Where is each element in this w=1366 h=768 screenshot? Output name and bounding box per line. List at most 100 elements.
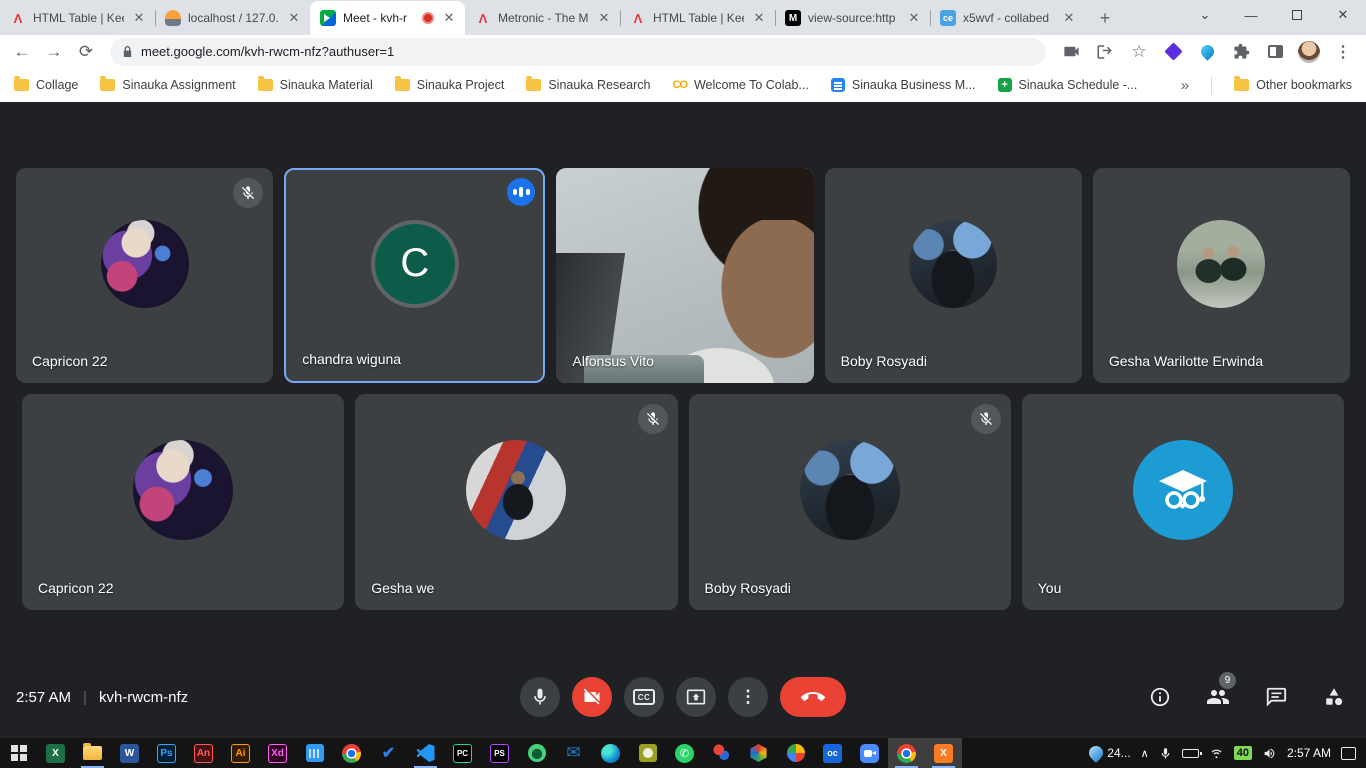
word-icon[interactable]: W xyxy=(111,738,148,768)
vscode-icon[interactable] xyxy=(407,738,444,768)
more-options-button[interactable]: ⋮ xyxy=(728,677,768,717)
battery-percent-badge[interactable]: 40 xyxy=(1234,746,1252,760)
check-app-icon[interactable]: ✔ xyxy=(370,738,407,768)
sqlyog-icon[interactable] xyxy=(703,738,740,768)
share-icon[interactable] xyxy=(1090,38,1120,66)
screen-recorder-icon[interactable] xyxy=(629,738,666,768)
hang-up-button[interactable] xyxy=(780,677,846,717)
profile-avatar[interactable] xyxy=(1294,38,1324,66)
tab-html-table-2[interactable]: Λ HTML Table | Kee ✕ xyxy=(620,1,775,35)
bookmark-sinauka-business[interactable]: Sinauka Business M... xyxy=(831,78,976,92)
zoom-icon[interactable] xyxy=(851,738,888,768)
extension-bitwarden-icon[interactable] xyxy=(1158,38,1188,66)
side-panel-icon[interactable] xyxy=(1260,38,1290,66)
participant-tile-chandra-wiguna[interactable]: C chandra wiguna xyxy=(284,168,545,383)
tab-search-chevron-icon[interactable]: ⌄ xyxy=(1182,0,1228,30)
participant-tile-capricon22[interactable]: Capricon 22 xyxy=(16,168,273,383)
show-everyone-button[interactable]: 9 xyxy=(1196,675,1240,719)
colab-icon: CO xyxy=(672,79,687,91)
folder-icon xyxy=(395,79,410,91)
xampp-icon[interactable]: X xyxy=(925,738,962,768)
other-bookmarks-button[interactable]: Other bookmarks xyxy=(1234,78,1352,92)
ocam-icon[interactable]: oc xyxy=(814,738,851,768)
chat-button[interactable] xyxy=(1254,675,1298,719)
extension-drop-icon[interactable] xyxy=(1192,38,1222,66)
tab-close-icon[interactable]: ✕ xyxy=(596,10,612,26)
chrome-active-icon[interactable] xyxy=(888,738,925,768)
photoshop-icon[interactable]: Ps xyxy=(148,738,185,768)
bookmark-label: Sinauka Schedule -... xyxy=(1019,78,1138,92)
excel-icon[interactable]: X xyxy=(37,738,74,768)
present-screen-button[interactable] xyxy=(676,677,716,717)
camera-off-button[interactable] xyxy=(572,677,612,717)
taskbar-clock[interactable]: 2:57 AM xyxy=(1287,746,1331,760)
reload-icon[interactable]: ⟳ xyxy=(72,38,100,66)
tray-mic-icon[interactable] xyxy=(1159,746,1172,761)
address-bar[interactable]: meet.google.com/kvh-rwcm-nfz?authuser=1 xyxy=(110,38,1046,66)
pycharm-icon[interactable]: PC xyxy=(444,738,481,768)
animate-icon[interactable]: An xyxy=(185,738,222,768)
tab-view-source[interactable]: M view-source:http ✕ xyxy=(775,1,930,35)
minimize-button[interactable]: — xyxy=(1228,0,1274,30)
participant-tile-gesha-we[interactable]: Gesha we xyxy=(355,394,677,610)
weather-widget[interactable]: 24... xyxy=(1089,746,1130,760)
bookmark-sinauka-project[interactable]: Sinauka Project xyxy=(395,78,505,92)
tab-localhost[interactable]: localhost / 127.0. ✕ xyxy=(155,1,310,35)
close-window-button[interactable]: ✕ xyxy=(1320,0,1366,30)
bookmark-sinauka-material[interactable]: Sinauka Material xyxy=(258,78,373,92)
new-tab-button[interactable]: + xyxy=(1091,4,1119,32)
edge-icon[interactable] xyxy=(592,738,629,768)
activities-button[interactable] xyxy=(1312,675,1356,719)
bookmark-star-icon[interactable]: ☆ xyxy=(1124,38,1154,66)
start-button[interactable] xyxy=(0,738,37,768)
extensions-puzzle-icon[interactable] xyxy=(1226,38,1256,66)
camera-in-use-icon[interactable] xyxy=(1056,38,1086,66)
photos-icon[interactable] xyxy=(777,738,814,768)
tab-html-table-1[interactable]: Λ HTML Table | Kee ✕ xyxy=(0,1,155,35)
hexagon-app-icon[interactable] xyxy=(740,738,777,768)
bookmarks-overflow-icon[interactable]: » xyxy=(1181,77,1189,94)
chrome-menu-icon[interactable]: ⋮ xyxy=(1328,38,1358,66)
forward-icon[interactable]: → xyxy=(40,38,68,66)
bookmark-sinauka-assignment[interactable]: Sinauka Assignment xyxy=(100,78,235,92)
tab-meet-active[interactable]: Meet - kvh-r ✕ xyxy=(310,1,465,35)
tab-metronic[interactable]: Λ Metronic - The M ✕ xyxy=(465,1,620,35)
meeting-details-button[interactable] xyxy=(1138,675,1182,719)
tab-close-icon[interactable]: ✕ xyxy=(286,10,302,26)
android-bot-icon[interactable] xyxy=(518,738,555,768)
back-icon[interactable]: ← xyxy=(8,38,36,66)
bookmark-sinauka-research[interactable]: Sinauka Research xyxy=(526,78,650,92)
bookmark-sinauka-schedule[interactable]: +Sinauka Schedule -... xyxy=(998,78,1138,92)
battery-icon[interactable] xyxy=(1182,749,1199,758)
volume-icon[interactable] xyxy=(1262,747,1277,760)
tab-close-icon[interactable]: ✕ xyxy=(751,10,767,26)
whatsapp-icon[interactable]: ✆ xyxy=(666,738,703,768)
xd-icon[interactable]: Xd xyxy=(259,738,296,768)
mic-button[interactable] xyxy=(520,677,560,717)
participant-tile-boby-rosyadi-2[interactable]: Boby Rosyadi xyxy=(689,394,1011,610)
file-explorer-icon[interactable] xyxy=(74,738,111,768)
captions-button[interactable]: CC xyxy=(624,677,664,717)
tab-close-icon[interactable]: ✕ xyxy=(906,10,922,26)
tab-collabedit[interactable]: ce x5wvf - collabed ✕ xyxy=(930,1,1085,35)
action-center-icon[interactable] xyxy=(1341,747,1356,760)
tab-close-icon[interactable]: ✕ xyxy=(441,10,457,26)
calendar-icon[interactable] xyxy=(296,738,333,768)
participant-tile-gesha-warilotte[interactable]: Gesha Warilotte Erwinda xyxy=(1093,168,1350,383)
participant-tile-capricon22-2[interactable]: Capricon 22 xyxy=(22,394,344,610)
avatar xyxy=(909,220,997,308)
participant-tile-alfonsus-vito[interactable]: Alfonsus Vito xyxy=(556,168,813,383)
participant-tile-you[interactable]: You xyxy=(1022,394,1344,610)
bookmark-collage[interactable]: Collage xyxy=(14,78,78,92)
participant-tile-boby-rosyadi[interactable]: Boby Rosyadi xyxy=(825,168,1082,383)
chrome-icon[interactable] xyxy=(333,738,370,768)
tab-close-icon[interactable]: ✕ xyxy=(131,10,147,26)
illustrator-icon[interactable]: Ai xyxy=(222,738,259,768)
tray-expand-chevron-icon[interactable]: ∧ xyxy=(1141,747,1149,760)
bookmark-colab[interactable]: COWelcome To Colab... xyxy=(672,78,808,92)
tab-close-icon[interactable]: ✕ xyxy=(1061,10,1077,26)
maximize-button[interactable] xyxy=(1274,0,1320,30)
phpstorm-icon[interactable]: PS xyxy=(481,738,518,768)
mail-icon[interactable]: ✉ xyxy=(555,738,592,768)
wifi-icon[interactable] xyxy=(1209,747,1224,759)
